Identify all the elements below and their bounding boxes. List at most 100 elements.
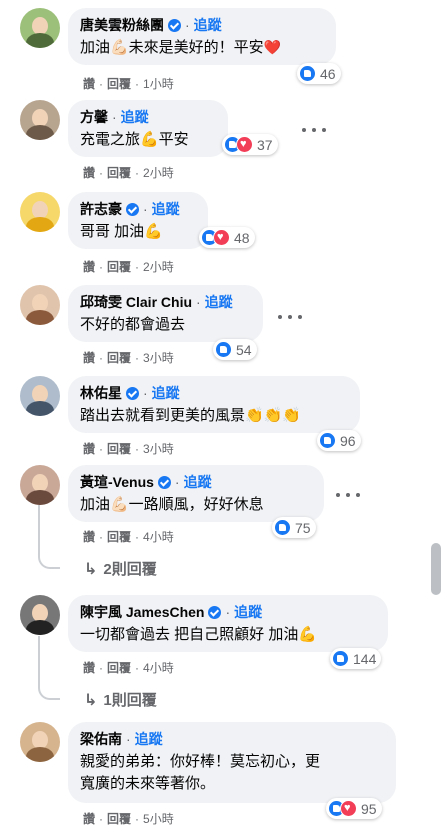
commenter-name[interactable]: 邱琦雯 Clair Chiu xyxy=(80,293,192,311)
like-action[interactable]: 讚 xyxy=(83,166,95,180)
like-action[interactable]: 讚 xyxy=(83,77,95,91)
verified-badge-icon xyxy=(168,18,181,32)
reply-action[interactable]: 回覆 xyxy=(107,260,131,274)
reaction-summary[interactable]: 144 xyxy=(330,648,382,669)
comment-time[interactable]: 3小時 xyxy=(143,442,174,456)
more-horizontal-icon[interactable] xyxy=(302,126,326,134)
comment-bubble: 林佑星 · 追蹤 踏出去就看到更美的風景👏👏👏 xyxy=(68,376,360,433)
like-action[interactable]: 讚 xyxy=(83,530,95,544)
comment-bubble: 邱琦雯 Clair Chiu · 追蹤 不好的都會過去 xyxy=(68,285,263,342)
reply-action[interactable]: 回覆 xyxy=(107,166,131,180)
avatar[interactable] xyxy=(20,100,60,140)
comment-text: 哥哥 加油💪 xyxy=(80,223,163,240)
follow-link[interactable]: 追蹤 xyxy=(152,384,180,402)
like-action[interactable]: 讚 xyxy=(83,661,95,675)
comment-bubble: 許志豪 · 追蹤 哥哥 加油💪 xyxy=(68,192,208,249)
comment-text: 踏出去就看到更美的風景👏👏👏 xyxy=(80,407,302,424)
comment-time[interactable]: 4小時 xyxy=(143,661,174,675)
comment-time[interactable]: 2小時 xyxy=(143,166,174,180)
follow-link[interactable]: 追蹤 xyxy=(135,730,163,748)
thread-connector xyxy=(38,684,60,700)
thread-connector xyxy=(38,553,60,569)
comment-text-line: 親愛的弟弟：你好棒！莫忘初心，更 xyxy=(80,753,321,770)
reaction-summary[interactable]: 37 xyxy=(222,134,278,155)
comment-time[interactable]: 3小時 xyxy=(143,351,174,365)
comment-bubble: 陳宇風 JamesChen · 追蹤 一切都會過去 把自己照顧好 加油💪 xyxy=(68,595,388,652)
more-horizontal-icon[interactable] xyxy=(336,491,360,499)
thread-line xyxy=(38,505,40,555)
reaction-summary[interactable]: 95 xyxy=(326,798,382,819)
follow-link[interactable]: 追蹤 xyxy=(184,473,212,491)
commenter-name[interactable]: 黃瑄-Venus xyxy=(80,473,154,491)
love-reaction-icon xyxy=(213,229,230,246)
follow-link[interactable]: 追蹤 xyxy=(121,108,149,126)
avatar[interactable] xyxy=(20,8,60,48)
comment-time[interactable]: 4小時 xyxy=(143,530,174,544)
comment-text: 充電之旅💪平安 xyxy=(80,131,189,148)
avatar[interactable] xyxy=(20,465,60,505)
reaction-count: 54 xyxy=(236,341,252,358)
verified-badge-icon xyxy=(126,202,139,216)
commenter-name[interactable]: 許志豪 xyxy=(80,200,122,218)
reaction-count: 48 xyxy=(234,229,250,246)
like-reaction-icon xyxy=(299,65,316,82)
avatar[interactable] xyxy=(20,376,60,416)
commenter-name[interactable]: 唐美雲粉絲團 xyxy=(80,16,164,34)
comment-time[interactable]: 1小時 xyxy=(143,77,174,91)
reaction-summary[interactable]: 48 xyxy=(199,227,255,248)
verified-badge-icon xyxy=(157,475,171,489)
avatar[interactable] xyxy=(20,192,60,232)
like-action[interactable]: 讚 xyxy=(83,351,95,365)
like-reaction-icon xyxy=(332,650,349,667)
comment-bubble: 方馨 · 追蹤 充電之旅💪平安 xyxy=(68,100,228,157)
heart-emoji: ❤️ xyxy=(263,39,282,55)
like-reaction-icon xyxy=(215,341,232,358)
reaction-summary[interactable]: 46 xyxy=(297,63,341,84)
follow-link[interactable]: 追蹤 xyxy=(152,200,180,218)
commenter-name[interactable]: 陳宇風 JamesChen xyxy=(80,603,204,621)
comment-text: 加油💪🏻一路順風，好好休息 xyxy=(80,496,264,513)
like-action[interactable]: 讚 xyxy=(83,442,95,456)
reply-action[interactable]: 回覆 xyxy=(107,77,131,91)
thread-line xyxy=(38,636,40,686)
like-action[interactable]: 讚 xyxy=(83,260,95,274)
follow-link[interactable]: 追蹤 xyxy=(234,603,262,621)
reaction-count: 46 xyxy=(320,65,336,82)
reaction-summary[interactable]: 54 xyxy=(213,339,257,360)
like-action[interactable]: 讚 xyxy=(83,812,95,826)
avatar[interactable] xyxy=(20,595,60,635)
comment-text: 一切都會過去 把自己照顧好 加油💪 xyxy=(80,626,318,643)
reaction-count: 75 xyxy=(295,519,311,536)
reply-action[interactable]: 回覆 xyxy=(107,442,131,456)
follow-link[interactable]: 追蹤 xyxy=(194,16,222,34)
reaction-summary[interactable]: 96 xyxy=(317,430,361,451)
reply-action[interactable]: 回覆 xyxy=(107,812,131,826)
view-replies-link[interactable]: ↳ 1則回覆 xyxy=(84,689,157,710)
comment-time[interactable]: 5小時 xyxy=(143,812,174,826)
commenter-name[interactable]: 林佑星 xyxy=(80,384,122,402)
avatar[interactable] xyxy=(20,285,60,325)
commenter-name[interactable]: 方馨 xyxy=(80,108,108,126)
commenter-name[interactable]: 梁佑南 xyxy=(80,730,122,748)
reply-action[interactable]: 回覆 xyxy=(107,661,131,675)
reaction-count: 96 xyxy=(340,432,356,449)
follow-link[interactable]: 追蹤 xyxy=(205,293,233,311)
comment-time[interactable]: 2小時 xyxy=(143,260,174,274)
comment-bubble: 黃瑄-Venus · 追蹤 加油💪🏻一路順風，好好休息 xyxy=(68,465,324,522)
reaction-count: 37 xyxy=(257,136,273,153)
reply-action[interactable]: 回覆 xyxy=(107,351,131,365)
verified-badge-icon xyxy=(208,605,222,619)
more-horizontal-icon[interactable] xyxy=(278,313,302,321)
scrollbar-thumb[interactable] xyxy=(431,543,441,595)
comment-bubble: 唐美雲粉絲團 · 追蹤 加油💪🏻未來是美好的！平安❤️ xyxy=(68,8,336,65)
view-replies-link[interactable]: ↳ 2則回覆 xyxy=(84,558,157,579)
avatar[interactable] xyxy=(20,722,60,762)
comment-text: 不好的都會過去 xyxy=(80,316,186,333)
like-reaction-icon xyxy=(274,519,291,536)
like-reaction-icon xyxy=(319,432,336,449)
reaction-count: 95 xyxy=(361,800,377,817)
reaction-summary[interactable]: 75 xyxy=(272,517,316,538)
reply-arrow-icon: ↳ xyxy=(84,560,98,578)
view-replies-label: 2則回覆 xyxy=(103,561,157,578)
reply-action[interactable]: 回覆 xyxy=(107,530,131,544)
